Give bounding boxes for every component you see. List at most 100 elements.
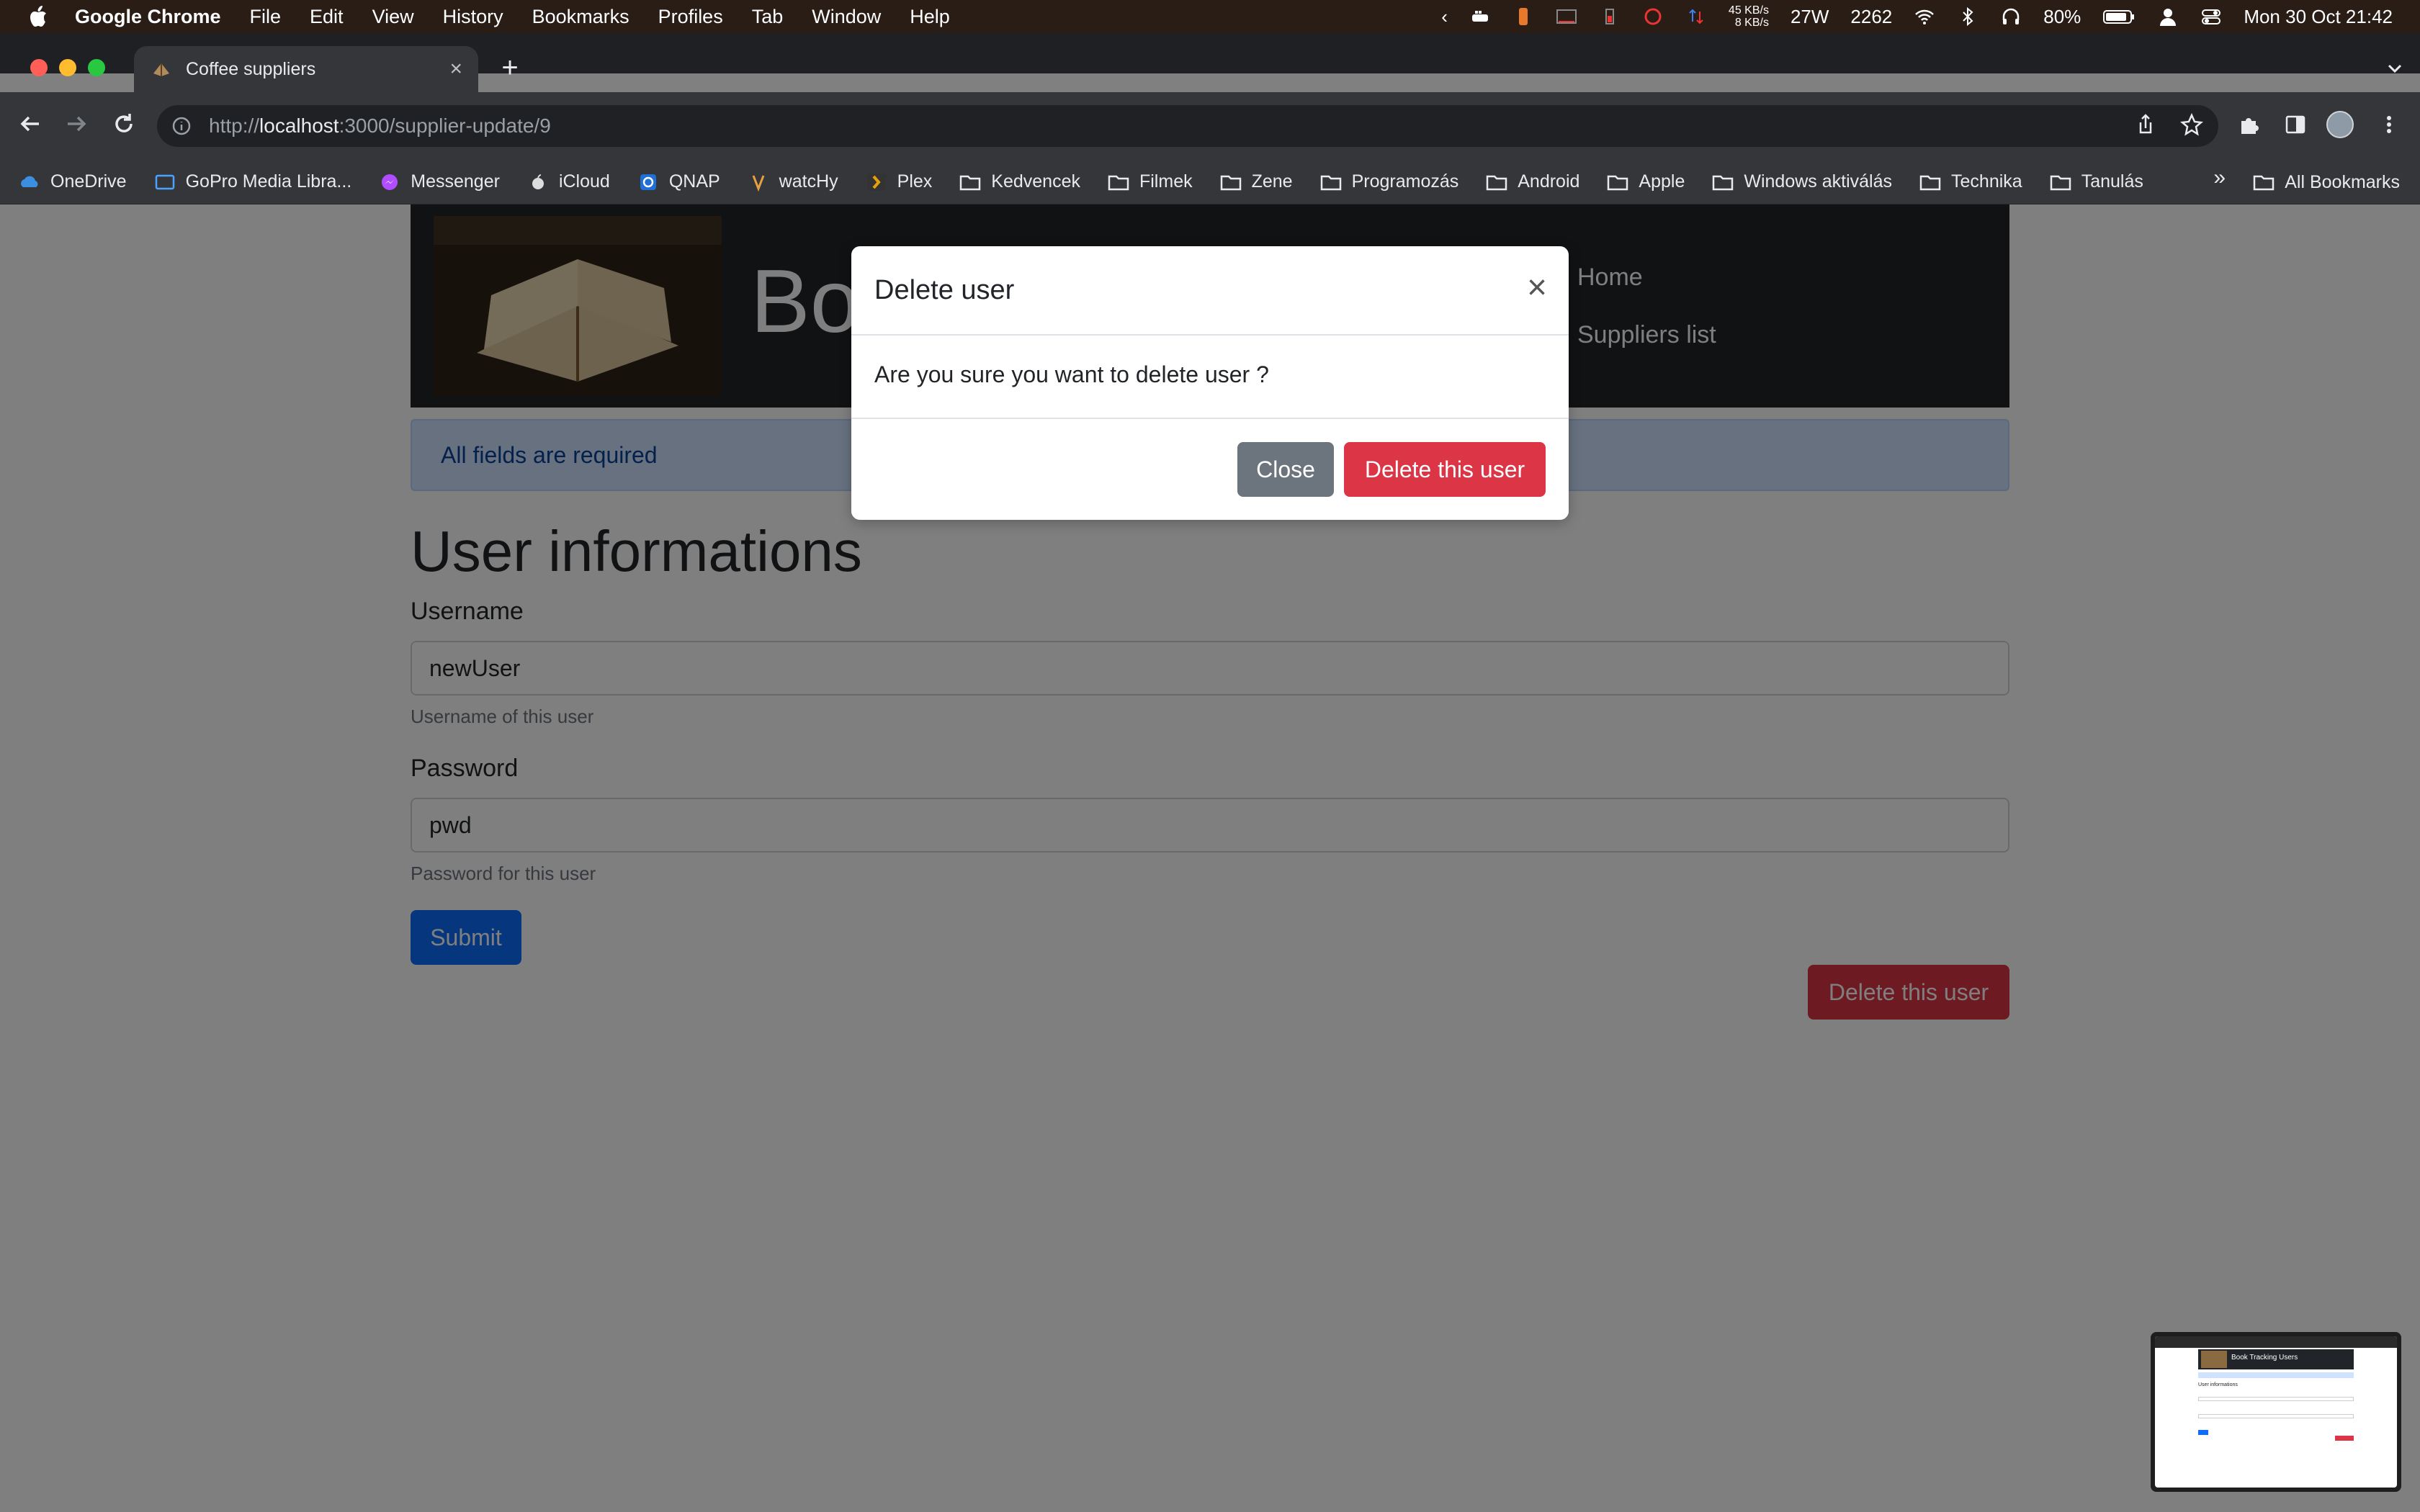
bookmark-folder-tanulas[interactable]: Tanulás	[2050, 171, 2143, 192]
battery-percent: 80%	[2043, 5, 2081, 27]
plex-icon	[866, 173, 886, 191]
thumb-submit	[2198, 1430, 2208, 1435]
disk-ring-icon[interactable]	[1642, 6, 1664, 27]
watchy-icon	[752, 174, 765, 192]
url-host: localhost	[259, 114, 339, 137]
bookmark-folder-technika[interactable]: Technika	[1919, 171, 2022, 192]
bookmark-watchy[interactable]: watcHy	[748, 171, 838, 192]
menu-history[interactable]: History	[443, 6, 503, 28]
tab-title: Coffee suppliers	[186, 58, 316, 79]
reload-icon[interactable]	[109, 109, 138, 138]
menu-file[interactable]: File	[250, 6, 282, 28]
extensions-puzzle-icon[interactable]	[2237, 112, 2262, 137]
window-minimize-button[interactable]	[59, 59, 76, 76]
chevron-left-icon[interactable]: ‹	[1441, 6, 1448, 28]
bookmark-folder-windows[interactable]: Windows aktiválás	[1712, 171, 1892, 192]
chrome-menu-dots-icon[interactable]	[2377, 112, 2401, 137]
menu-help[interactable]: Help	[910, 6, 950, 28]
bookmark-label: QNAP	[668, 171, 720, 192]
memory-graph-icon[interactable]	[1599, 6, 1621, 27]
modal-body-text: Are you sure you want to delete user ?	[874, 361, 1269, 387]
back-arrow-icon[interactable]	[16, 109, 45, 138]
bookmark-label: OneDrive	[50, 171, 127, 192]
bookmark-folder-android[interactable]: Android	[1486, 171, 1579, 192]
bookmark-folder-apple[interactable]: Apple	[1607, 171, 1685, 192]
folder-icon	[960, 175, 981, 190]
all-bookmarks-label: All Bookmarks	[2285, 171, 2400, 192]
tab-close-icon[interactable]: ×	[449, 57, 462, 81]
site-info-icon[interactable]	[171, 116, 192, 136]
bookmark-onedrive[interactable]: OneDrive	[19, 171, 127, 192]
user-icon[interactable]	[2157, 6, 2179, 27]
menu-profiles[interactable]: Profiles	[658, 6, 723, 28]
clock[interactable]: Mon 30 Oct 21:42	[2244, 6, 2393, 28]
address-bar[interactable]: http://localhost:3000/supplier-update/9	[157, 105, 2218, 147]
modal-header: Delete user ×	[851, 246, 1569, 336]
onedrive-icon	[21, 176, 38, 187]
menu-view[interactable]: View	[372, 6, 414, 28]
folder-icon	[2253, 175, 2275, 191]
url-path: :3000/supplier-update/9	[339, 114, 551, 137]
bookmark-label: Kedvencek	[991, 171, 1080, 192]
cpu-graph-icon[interactable]	[1556, 6, 1577, 27]
net-up-value: 45 KB/s	[1728, 4, 1769, 17]
bookmark-label: Messenger	[411, 171, 500, 192]
bookmarks-bar: OneDrive GoPro Media Libra... Messenger …	[0, 160, 2420, 204]
control-center-icon[interactable]	[2200, 6, 2222, 27]
net-down-value: 8 KB/s	[1734, 17, 1769, 29]
all-bookmarks-button[interactable]: All Bookmarks	[2253, 160, 2400, 204]
menu-edit[interactable]: Edit	[310, 6, 344, 28]
tab-coffee-suppliers[interactable]: Coffee suppliers ×	[134, 46, 478, 92]
thumbnail-preview: Book Tracking Users User informations	[2155, 1336, 2397, 1488]
profile-avatar[interactable]	[2326, 111, 2354, 138]
battery-icon[interactable]	[2102, 6, 2136, 27]
menu-bookmarks[interactable]: Bookmarks	[532, 6, 629, 28]
bookmark-gopro[interactable]: GoPro Media Libra...	[154, 171, 351, 192]
bookmark-folder-zene[interactable]: Zene	[1220, 171, 1293, 192]
bookmark-label: Tanulás	[2081, 171, 2143, 192]
bookmark-folder-programozas[interactable]: Programozás	[1320, 171, 1458, 192]
thumb-alert	[2198, 1372, 2354, 1378]
battery-app-icon[interactable]	[1512, 6, 1534, 27]
side-panel-icon[interactable]	[2283, 112, 2308, 137]
menu-window[interactable]: Window	[812, 6, 881, 28]
new-tab-button[interactable]: +	[496, 53, 524, 84]
fan-value: 2262	[1850, 5, 1893, 27]
folder-icon	[2050, 175, 2071, 190]
modal-confirm-delete-button[interactable]: Delete this user	[1344, 442, 1546, 497]
apple-icon	[532, 174, 544, 189]
window-close-button[interactable]	[30, 59, 48, 76]
menu-tab[interactable]: Tab	[752, 6, 784, 28]
bookmark-label: Plex	[897, 171, 933, 192]
tab-search-chevron-icon[interactable]	[2384, 58, 2406, 79]
bookmark-folder-kedvencek[interactable]: Kedvencek	[959, 171, 1080, 192]
folder-icon	[1608, 175, 1628, 190]
bookmark-plex[interactable]: Plex	[866, 171, 933, 192]
forward-arrow-icon[interactable]	[62, 109, 91, 138]
bookmark-folder-filmek[interactable]: Filmek	[1108, 171, 1193, 192]
messenger-icon	[382, 174, 398, 190]
network-arrows-icon[interactable]	[1685, 6, 1707, 27]
menu-app-name[interactable]: Google Chrome	[75, 6, 221, 28]
screenshot-thumbnail[interactable]: Book Tracking Users User informations	[2151, 1332, 2401, 1492]
bookmark-messenger[interactable]: Messenger	[379, 171, 500, 192]
close-icon[interactable]: ×	[1527, 271, 1547, 305]
wifi-icon[interactable]	[1914, 6, 1935, 27]
bookmark-label: iCloud	[558, 171, 610, 192]
window-zoom-button[interactable]	[88, 59, 105, 76]
docker-icon[interactable]	[1469, 6, 1491, 27]
bookmark-label: Zene	[1251, 171, 1293, 192]
bookmark-icloud[interactable]: iCloud	[527, 171, 610, 192]
qnap-icon	[640, 174, 656, 190]
bookmark-qnap[interactable]: QNAP	[637, 171, 720, 192]
bookmark-label: Filmek	[1139, 171, 1193, 192]
apple-logo-icon[interactable]	[27, 5, 48, 28]
folder-icon	[1919, 175, 1941, 190]
headphones-icon[interactable]	[2000, 6, 2022, 27]
modal-close-button[interactable]: Close	[1237, 442, 1334, 497]
thumb-browser-bar	[2155, 1336, 2397, 1348]
bookmarks-overflow-chevron-icon[interactable]: »	[2213, 166, 2226, 190]
bookmark-star-icon[interactable]	[2179, 112, 2204, 137]
bluetooth-icon[interactable]	[1957, 6, 1978, 27]
share-icon[interactable]	[2133, 112, 2158, 137]
